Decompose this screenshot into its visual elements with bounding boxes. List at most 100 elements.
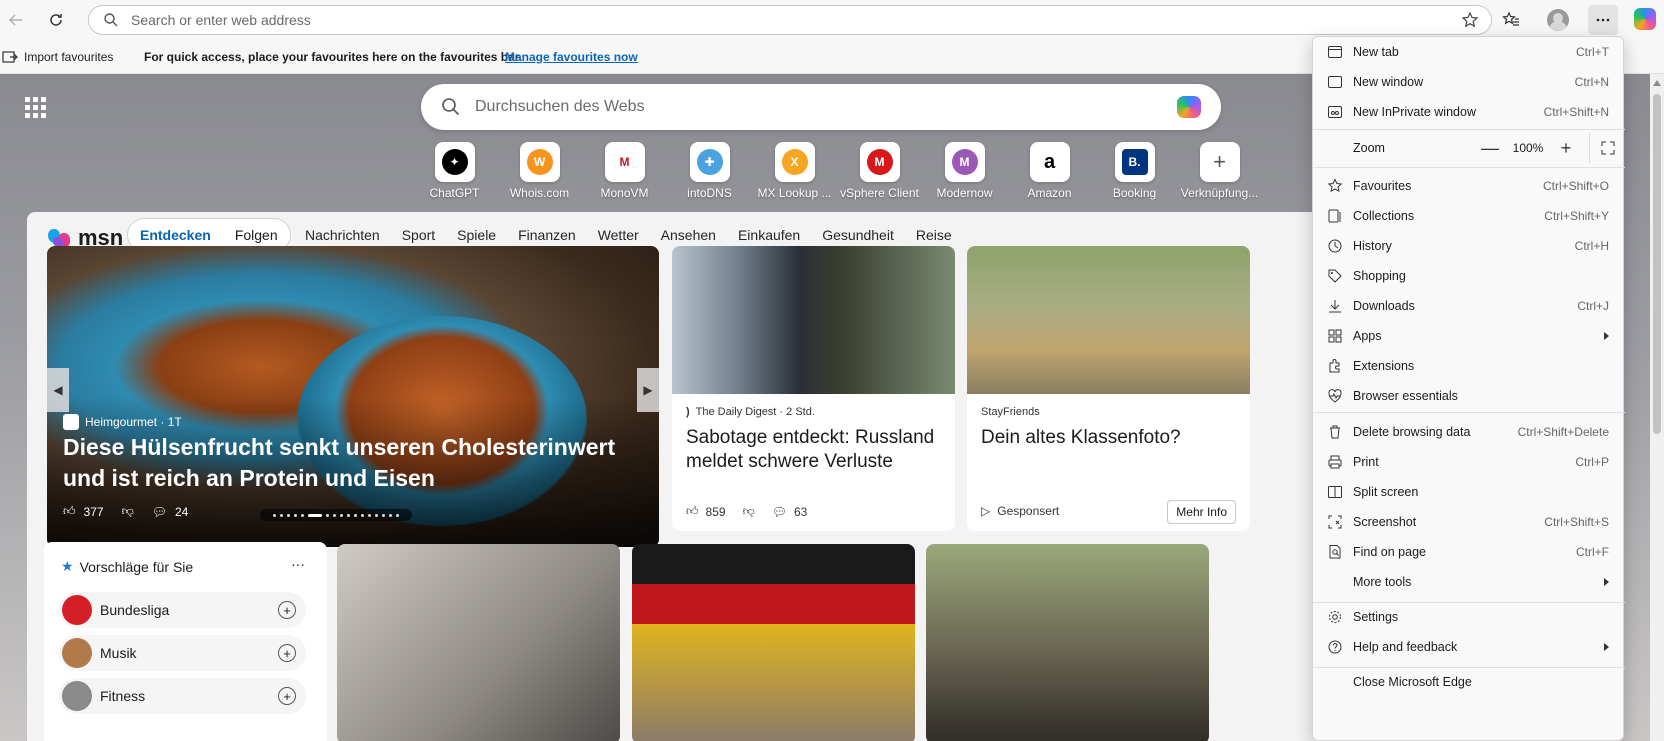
- menu-print[interactable]: Print Ctrl+P: [1313, 447, 1625, 477]
- menu-apps[interactable]: Apps: [1313, 321, 1625, 351]
- like-icon[interactable]: 👍︎: [686, 504, 699, 519]
- copilot-icon[interactable]: [1177, 96, 1201, 118]
- zoom-out-button[interactable]: —: [1475, 133, 1505, 163]
- nav-weather[interactable]: Wetter: [598, 227, 639, 243]
- menu-collections[interactable]: Collections Ctrl+Shift+Y: [1313, 201, 1625, 231]
- add-favourite-star-icon[interactable]: [1461, 11, 1479, 29]
- ad-card-stayfriends[interactable]: StayFriends Dein altes Klassenfoto? ▷ Ge…: [967, 246, 1250, 531]
- menu-shopping[interactable]: Shopping: [1313, 261, 1625, 291]
- carousel-prev-button[interactable]: ◀: [47, 368, 69, 412]
- tab-discover[interactable]: Entdecken: [140, 227, 211, 243]
- nav-finance[interactable]: Finanzen: [518, 227, 576, 243]
- suggestion-item[interactable]: Bundesliga +: [59, 592, 306, 628]
- menu-find-on-page[interactable]: Find on page Ctrl+F: [1313, 537, 1625, 567]
- quick-link-chatgpt[interactable]: ✦ ChatGPT: [412, 142, 497, 200]
- copilot-icon[interactable]: [1634, 8, 1656, 30]
- dislike-icon[interactable]: 👎︎: [122, 504, 134, 519]
- news-card-documents[interactable]: [337, 544, 620, 741]
- menu-screenshot[interactable]: Screenshot Ctrl+Shift+S: [1313, 507, 1625, 537]
- menu-delete-browsing-data[interactable]: Delete browsing data Ctrl+Shift+Delete: [1313, 417, 1625, 447]
- news-card-sabotage[interactable]: ) The Daily Digest · 2 Std. Sabotage ent…: [672, 246, 955, 531]
- quick-link-vsphere-client[interactable]: MvSphere Client: [837, 142, 922, 200]
- nav-health[interactable]: Gesundheit: [822, 227, 894, 243]
- settings-and-more-menu: New tab Ctrl+T New window Ctrl+N New InP…: [1312, 36, 1625, 741]
- quick-link-modernow[interactable]: M Modernow: [922, 142, 1007, 200]
- quick-link-amazon[interactable]: a Amazon: [1007, 142, 1092, 200]
- comment-icon[interactable]: 💬︎: [772, 505, 787, 519]
- nav-news[interactable]: Nachrichten: [305, 227, 380, 243]
- menu-browser-essentials[interactable]: Browser essentials: [1313, 381, 1625, 411]
- web-search-box[interactable]: Durchsuchen des Webs: [421, 84, 1221, 130]
- page-scrollbar[interactable]: [1650, 74, 1664, 741]
- carousel-indicator[interactable]: [260, 509, 412, 521]
- news-headline[interactable]: Sabotage entdeckt: Russland meldet schwe…: [686, 426, 946, 474]
- follow-plus-icon[interactable]: +: [278, 601, 296, 619]
- back-button[interactable]: [2, 6, 30, 34]
- suggestion-item[interactable]: Musik +: [59, 635, 306, 671]
- quick-link-verkn-pfung[interactable]: + Verknüpfung...: [1177, 142, 1262, 200]
- chatgpt-icon: ✦: [441, 149, 468, 175]
- import-favourites-button[interactable]: Import favourites: [2, 50, 113, 64]
- menu-new-tab[interactable]: New tab Ctrl+T: [1313, 37, 1625, 67]
- menu-downloads[interactable]: Downloads Ctrl+J: [1313, 291, 1625, 321]
- fullscreen-icon[interactable]: [1589, 133, 1625, 163]
- hero-source: Heimgourmet · 1T: [63, 414, 182, 430]
- nav-watch[interactable]: Ansehen: [661, 227, 716, 243]
- quick-link-booking[interactable]: B. Booking: [1092, 142, 1177, 200]
- nav-sport[interactable]: Sport: [402, 227, 435, 243]
- scroll-thumb[interactable]: [1653, 94, 1661, 434]
- quick-link-intodns[interactable]: ✚ intoDNS: [667, 142, 752, 200]
- history-icon: [1327, 238, 1343, 254]
- carousel-next-button[interactable]: ▶: [637, 368, 659, 412]
- address-bar[interactable]: Search or enter web address: [88, 5, 1492, 35]
- menu-new-window[interactable]: New window Ctrl+N: [1313, 67, 1625, 97]
- app-launcher-icon[interactable]: [25, 97, 46, 118]
- scroll-up-icon[interactable]: [1653, 80, 1661, 86]
- nav-travel[interactable]: Reise: [916, 227, 952, 243]
- dislike-icon[interactable]: 👎︎: [743, 504, 755, 519]
- new-window-icon: [1327, 74, 1343, 90]
- menu-new-inprivate-window[interactable]: New InPrivate window Ctrl+Shift+N: [1313, 97, 1625, 127]
- nav-shopping[interactable]: Einkaufen: [738, 227, 800, 243]
- follow-plus-icon[interactable]: +: [278, 644, 296, 662]
- tab-follow[interactable]: Folgen: [235, 227, 278, 243]
- quick-link-label: Verknüpfung...: [1180, 186, 1259, 200]
- more-info-button[interactable]: Mehr Info: [1167, 500, 1236, 524]
- menu-settings[interactable]: Settings: [1313, 602, 1625, 632]
- like-icon[interactable]: 👍︎: [63, 504, 76, 519]
- ad-headline[interactable]: Dein altes Klassenfoto?: [981, 426, 1241, 450]
- refresh-button[interactable]: [42, 6, 70, 34]
- menu-more-tools[interactable]: More tools: [1313, 567, 1625, 597]
- source-logo-icon: [63, 414, 79, 430]
- menu-split-screen[interactable]: Split screen: [1313, 477, 1625, 507]
- news-card-portrait[interactable]: [926, 544, 1209, 741]
- hero-headline[interactable]: Diese Hülsenfrucht senkt unseren Cholest…: [63, 432, 623, 494]
- hero-article-card[interactable]: ◀ ▶ Heimgourmet · 1T Diese Hülsenfrucht …: [47, 246, 659, 547]
- ad-source: StayFriends: [981, 406, 1040, 418]
- quick-link-whois-com[interactable]: W Whois.com: [497, 142, 582, 200]
- suggestion-item[interactable]: Fitness +: [59, 678, 306, 714]
- news-card-politics[interactable]: [632, 544, 915, 741]
- favourites-button[interactable]: [1497, 6, 1525, 34]
- zoom-in-button[interactable]: +: [1551, 133, 1581, 163]
- menu-favourites[interactable]: Favourites Ctrl+Shift+O: [1313, 171, 1625, 201]
- follow-plus-icon[interactable]: +: [278, 687, 296, 705]
- browser-toolbar: Search or enter web address: [0, 0, 1664, 40]
- daily-digest-logo-icon: ): [686, 406, 690, 418]
- monovm-icon: M: [611, 149, 638, 175]
- comment-icon[interactable]: 💬︎: [152, 505, 167, 519]
- menu-extensions[interactable]: Extensions: [1313, 351, 1625, 381]
- menu-help-and-feedback[interactable]: Help and feedback: [1313, 632, 1625, 662]
- nav-games[interactable]: Spiele: [457, 227, 496, 243]
- manage-favourites-link[interactable]: Manage favourites now: [505, 50, 638, 64]
- menu-history[interactable]: History Ctrl+H: [1313, 231, 1625, 261]
- quick-link-mx-lookup[interactable]: X MX Lookup ...: [752, 142, 837, 200]
- add-shortcut-icon: +: [1213, 149, 1226, 174]
- menu-close-edge[interactable]: Close Microsoft Edge: [1313, 667, 1625, 697]
- quick-link-monovm[interactable]: M MonoVM: [582, 142, 667, 200]
- suggestions-more-button[interactable]: ···: [291, 556, 305, 572]
- downloads-icon: [1327, 298, 1343, 314]
- suggestions-card: ★ Vorschläge für Sie ··· Bundesliga + Mu…: [44, 542, 327, 741]
- settings-more-button[interactable]: [1588, 5, 1618, 35]
- profile-button[interactable]: [1544, 6, 1572, 34]
